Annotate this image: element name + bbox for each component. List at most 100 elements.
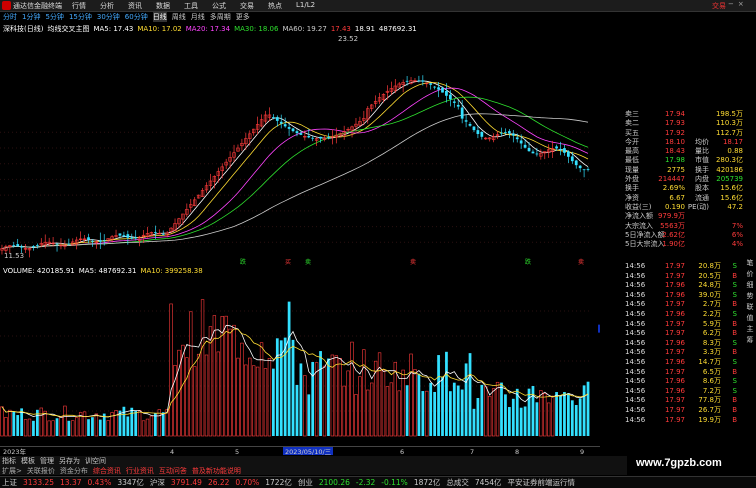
extension-tab[interactable]: 关联报价 <box>27 466 55 475</box>
period-tab[interactable]: 日线 <box>152 12 167 22</box>
side-tab[interactable]: 笔 <box>747 258 754 268</box>
candle-body <box>102 240 106 241</box>
volume-bar <box>232 324 236 437</box>
indicator-tab[interactable]: 另存为 <box>59 456 80 466</box>
tick-price: 17.97 <box>664 415 685 424</box>
menu-item[interactable]: 热点 <box>268 1 282 11</box>
tick-row: 14:56 17.97 2.7万 B <box>625 300 743 310</box>
period-tab[interactable]: 更多 <box>236 12 250 22</box>
signal-marker: 跌 <box>525 258 531 266</box>
period-tab[interactable]: 多周期 <box>210 12 231 22</box>
close-icon[interactable]: × <box>738 0 744 8</box>
period-tab[interactable]: 15分钟 <box>69 12 92 22</box>
candle-body <box>511 133 515 136</box>
candle-body <box>319 136 322 139</box>
extension-tab[interactable]: 综合资讯 <box>93 466 121 475</box>
minimize-icon[interactable]: − <box>728 0 734 8</box>
candle-body <box>460 107 464 119</box>
quote-row: 今开 18.10 均价 18.17 <box>625 138 743 147</box>
volume-bar <box>377 352 382 437</box>
indicator-tab[interactable]: 训空间 <box>85 456 106 466</box>
menu-item[interactable]: 交易 <box>240 1 254 11</box>
vol-ma-line-10 <box>1 328 589 418</box>
volume-bar <box>319 351 322 436</box>
volume-bar <box>448 391 452 436</box>
indicator-tab[interactable]: 管理 <box>40 456 54 466</box>
volume-bar <box>169 303 173 437</box>
status-item: 1722亿 <box>265 478 292 487</box>
period-tab[interactable]: 60分钟 <box>125 12 148 22</box>
volume-bar <box>566 393 570 436</box>
period-tab[interactable]: 5分钟 <box>45 12 63 22</box>
candle-body <box>327 137 330 138</box>
tick-volume: 20.8万 <box>698 262 721 270</box>
indicator-tab[interactable]: 模板 <box>21 456 35 466</box>
side-tab[interactable]: 值 <box>747 313 754 323</box>
period-tab[interactable]: 30分钟 <box>97 12 120 22</box>
quote-row: 卖二 17.93 110.3万 <box>625 119 743 128</box>
volume-bar <box>346 370 350 437</box>
period-tab[interactable]: 分时 <box>3 12 17 22</box>
volume-bar <box>401 369 405 437</box>
period-tab[interactable]: 1分钟 <box>22 12 40 22</box>
candle-body <box>91 240 94 242</box>
tick-row: 14:56 17.97 3.3万 B <box>625 348 743 358</box>
status-item: 13.37 <box>60 478 82 487</box>
tick-row: 14:56 17.97 6.5万 B <box>625 368 743 378</box>
tick-row: 14:56 17.96 14.7万 S <box>625 358 743 368</box>
quote-label: 收益(三) <box>625 202 652 211</box>
tick-list[interactable]: 14:56 17.97 20.8万 S 14:56 17.97 20.5万 B 14:56 17.… <box>625 262 743 425</box>
indicator-tab[interactable]: 指标 <box>2 456 16 466</box>
title-bar: 通达信金融终端 行情 分析 资讯 数据 工具 公式 交易 热点 L1/L2 交易 − × <box>0 0 756 12</box>
tick-volume: 8.6万 <box>702 377 721 386</box>
period-tab[interactable]: 周线 <box>172 12 186 22</box>
volume-bar <box>523 406 527 436</box>
tick-price: 17.97 <box>664 319 685 328</box>
side-tab[interactable]: 势 <box>747 291 754 301</box>
candlestick-chart[interactable]: 19.0018.0017.0016.0015.0014.0013.0012.00… <box>0 32 600 266</box>
tick-price: 17.97 <box>664 271 685 280</box>
volume-bar <box>141 420 146 437</box>
high-price-label: 23.52 <box>338 35 358 43</box>
menu-item[interactable]: 行情 <box>72 1 86 11</box>
volume-bar <box>122 406 126 436</box>
side-tab[interactable]: 筹 <box>747 335 754 345</box>
volume-bar <box>82 411 87 437</box>
volume-bar <box>547 402 551 437</box>
quote-label: 卖三 <box>625 110 639 118</box>
volume-bar <box>362 349 366 437</box>
menu-item[interactable]: L1/L2 <box>296 1 315 11</box>
candle-body <box>67 243 71 245</box>
side-tab[interactable]: 价 <box>747 269 754 279</box>
candle-body <box>307 136 311 138</box>
menu-item[interactable]: 分析 <box>100 1 114 11</box>
quote-value: 18.10 <box>664 137 685 146</box>
menu-item[interactable]: 数据 <box>156 1 170 11</box>
volume-bar <box>574 405 578 436</box>
volume-bar <box>267 358 272 437</box>
tick-time: 14:56 <box>625 329 646 338</box>
extension-tab[interactable]: 行业资讯 <box>126 466 154 475</box>
menu-item[interactable]: 资讯 <box>128 1 142 11</box>
quote-row: 卖三 17.94 198.5万 <box>625 110 743 119</box>
quote-label: 5日净流入额 <box>625 230 665 239</box>
candle-body <box>452 101 456 103</box>
extension-tab[interactable]: 资金分布 <box>60 466 88 475</box>
extension-tab[interactable]: 互动问答 <box>159 466 187 475</box>
status-item: 平安证券前端运行情 <box>507 478 576 487</box>
extension-tab[interactable]: 扩展> <box>2 466 22 475</box>
side-tab[interactable]: 联 <box>747 302 754 312</box>
volume-chart[interactable]: 25000200001500010000500021472 <box>0 276 600 444</box>
quote-label2: 市值 <box>695 156 709 165</box>
period-tab[interactable]: 月线 <box>191 12 205 22</box>
status-item: 0.70% <box>235 478 260 487</box>
trade-menu-item[interactable]: 交易 <box>712 1 726 11</box>
side-tab[interactable]: 主 <box>747 324 754 334</box>
quote-label: 卖二 <box>625 119 639 128</box>
extension-tab[interactable]: 普及新功能说明 <box>192 466 241 475</box>
volume-bar <box>543 393 547 437</box>
side-tab[interactable]: 细 <box>747 280 754 290</box>
menu-item[interactable]: 公式 <box>212 1 226 11</box>
quote-value: 2775 <box>667 165 685 174</box>
menu-item[interactable]: 工具 <box>184 1 198 11</box>
